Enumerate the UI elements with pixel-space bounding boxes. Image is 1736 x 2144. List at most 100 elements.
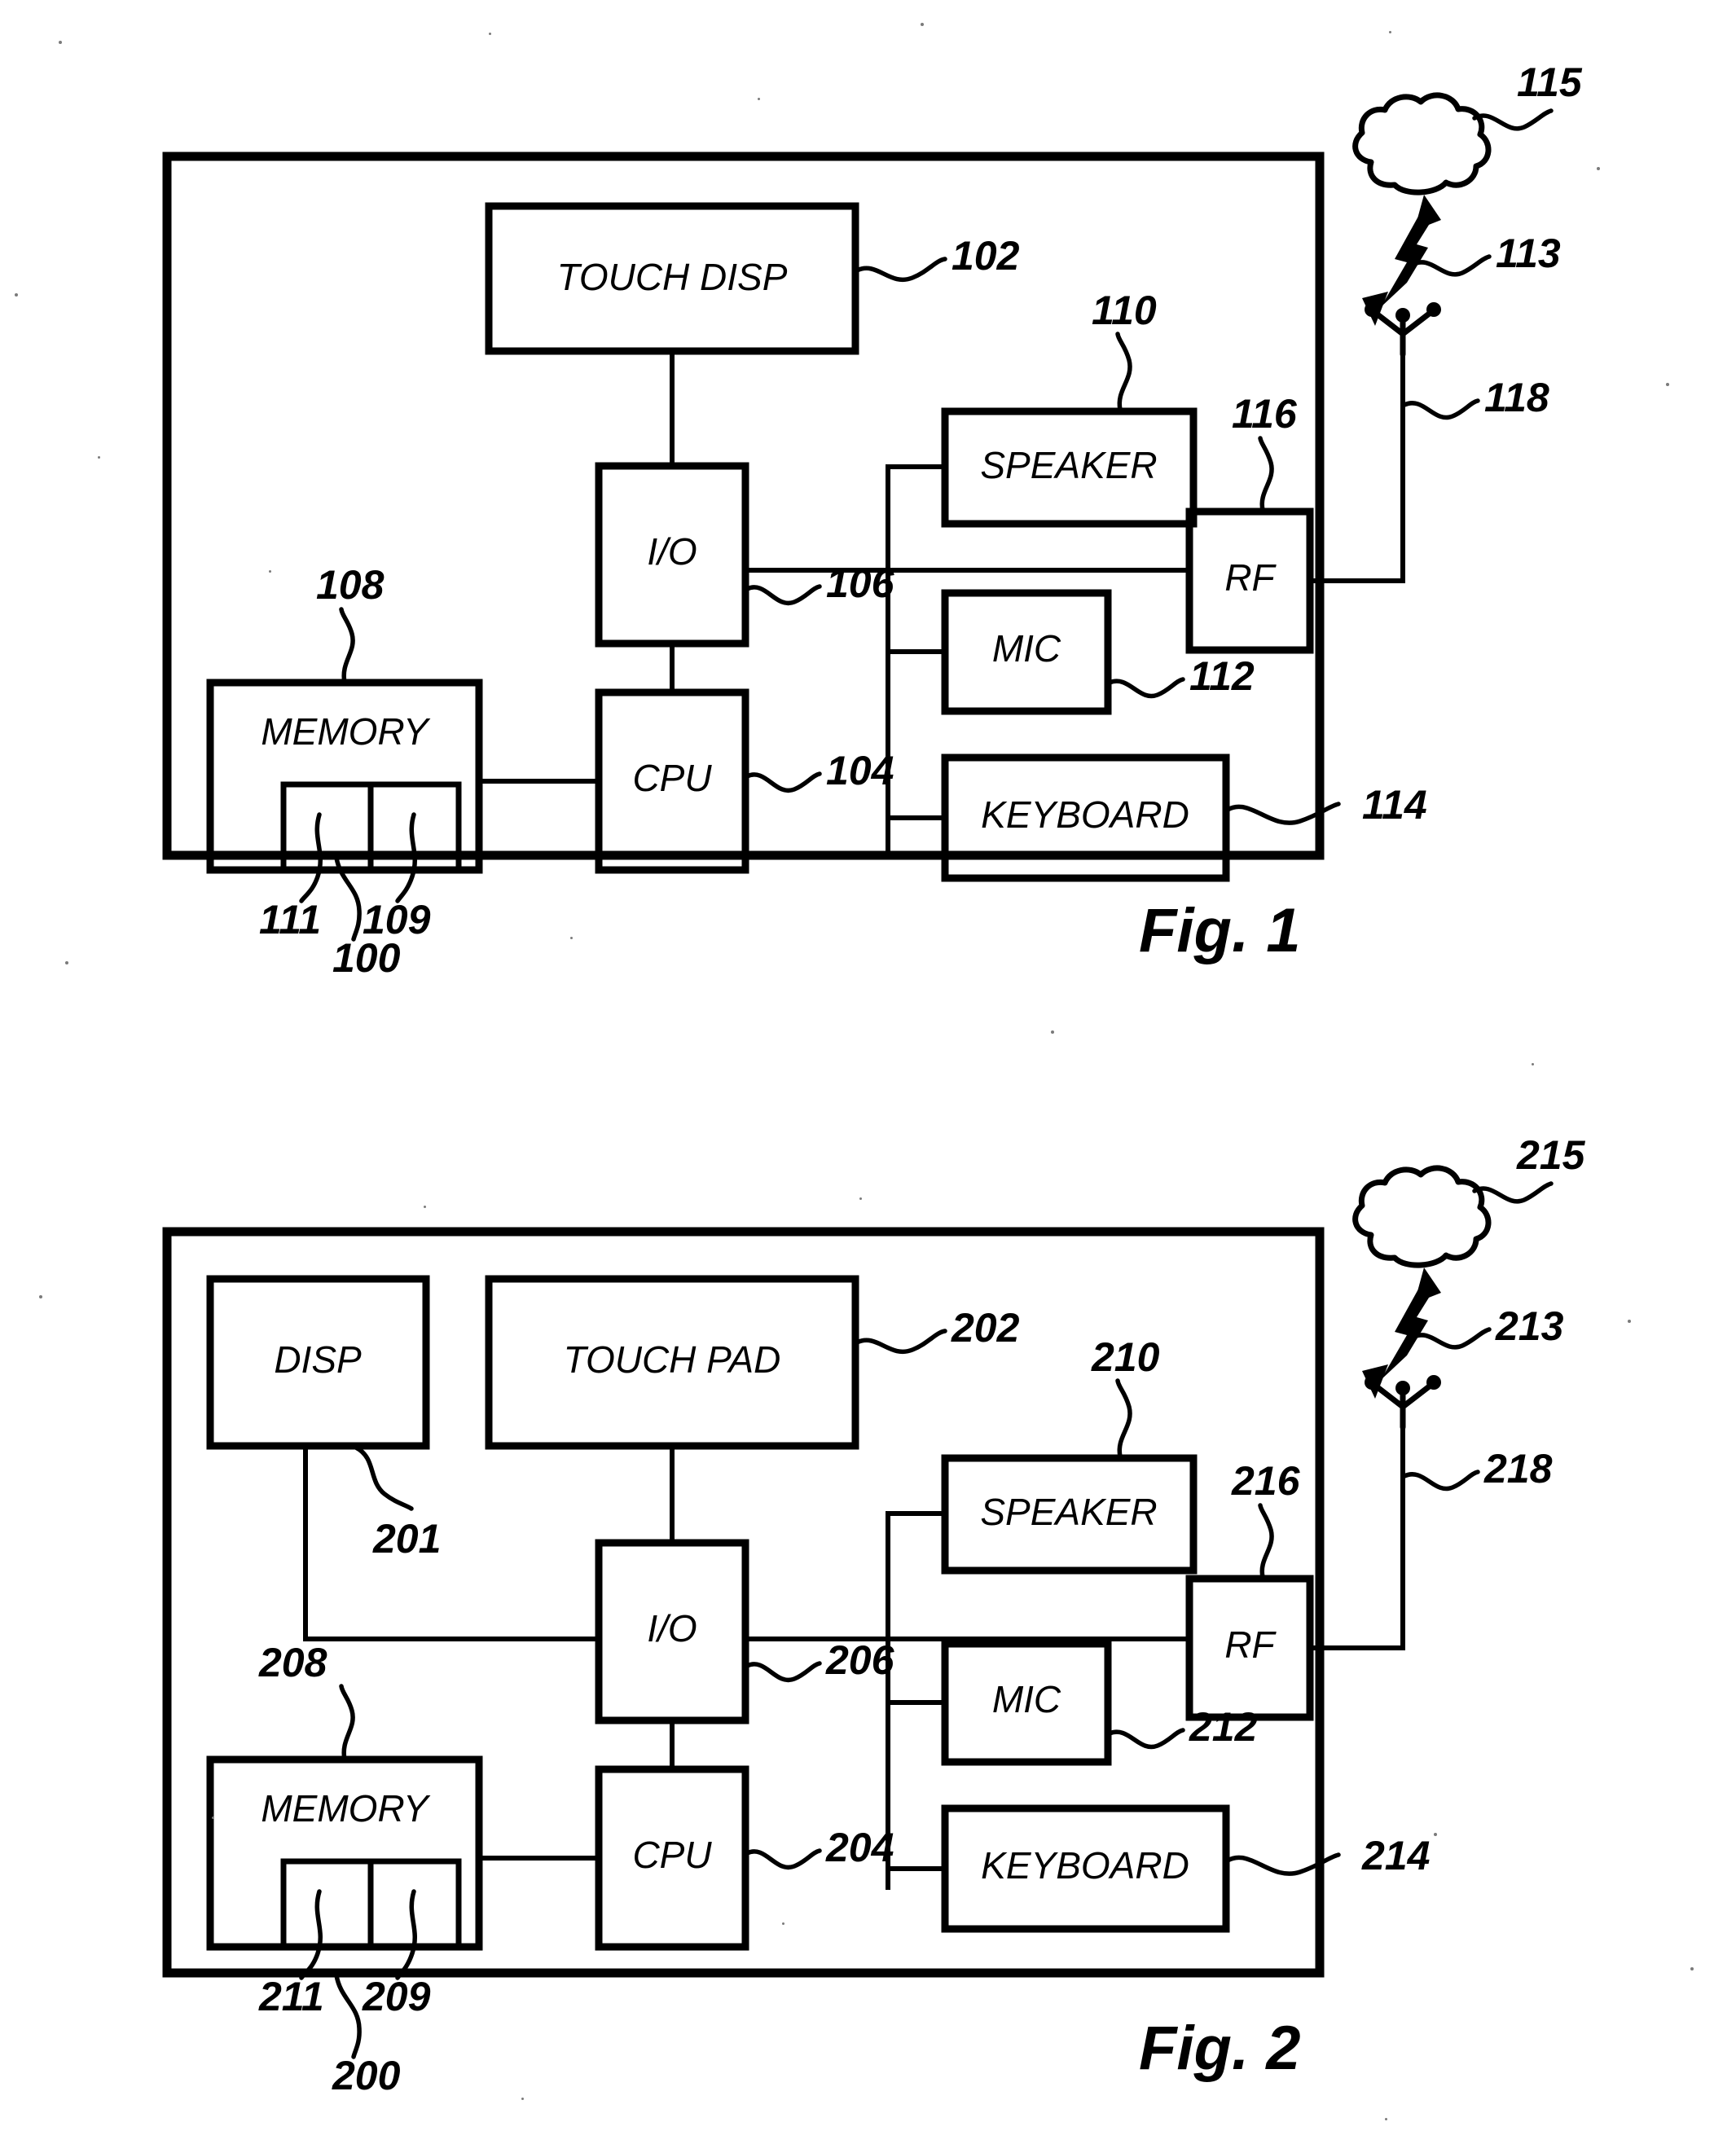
lead-line-113 xyxy=(1410,254,1492,277)
scan-speck xyxy=(15,293,18,297)
block-speaker-label-fig2: SPEAKER xyxy=(980,1491,1157,1533)
lead-line-102 xyxy=(855,257,947,282)
block-touch-disp-label: TOUCH DISP xyxy=(557,256,788,298)
ref-213: 213 xyxy=(1495,1303,1564,1349)
scan-speck xyxy=(1389,31,1391,33)
figures-canvas: TOUCH DISP 102 I/O 106 CPU 104 MEMORY 10… xyxy=(162,59,1586,2098)
scan-speck xyxy=(1532,1063,1534,1065)
scan-speck xyxy=(1385,2118,1387,2120)
figure-2-title: Fig. 2 xyxy=(1139,2014,1300,2083)
scan-speck xyxy=(1690,1967,1694,1970)
scan-speck xyxy=(782,1922,784,1925)
ref-208: 208 xyxy=(258,1640,327,1685)
lead-line-201 xyxy=(354,1445,414,1511)
scan-speck xyxy=(1628,1320,1631,1323)
block-io-label: I/O xyxy=(647,530,697,573)
block-cpu-label: CPU xyxy=(632,757,712,799)
ref-200: 200 xyxy=(332,2053,401,2098)
network-cloud-icon-fig1 xyxy=(1352,92,1492,196)
figure-2: DISP 201 TOUCH PAD 202 I/O 206 CPU 204 M… xyxy=(162,1132,1586,2098)
scan-speck xyxy=(859,1197,862,1200)
block-keyboard-label: KEYBOARD xyxy=(981,793,1189,836)
ref-104: 104 xyxy=(826,748,894,793)
ref-110: 110 xyxy=(1092,288,1157,333)
scan-speck xyxy=(758,98,760,100)
lead-line-112 xyxy=(1107,677,1185,699)
ref-112: 112 xyxy=(1189,653,1255,699)
lead-line-104 xyxy=(745,771,822,793)
lead-line-206 xyxy=(745,1661,822,1683)
lead-line-216 xyxy=(1258,1503,1274,1579)
ref-118: 118 xyxy=(1484,375,1549,420)
lead-line-110 xyxy=(1115,332,1132,412)
lead-line-200 xyxy=(334,1973,362,2059)
block-rf-label: RF xyxy=(1224,556,1277,599)
ref-201: 201 xyxy=(372,1516,441,1562)
ref-116: 116 xyxy=(1232,391,1298,437)
ref-114: 114 xyxy=(1362,782,1427,828)
block-keyboard-label-fig2: KEYBOARD xyxy=(981,1844,1189,1887)
ref-214: 214 xyxy=(1361,1833,1430,1878)
lead-line-204 xyxy=(745,1848,822,1870)
ref-102: 102 xyxy=(952,233,1020,279)
lead-line-209 xyxy=(395,1889,417,1980)
ref-100: 100 xyxy=(332,935,401,981)
lead-line-108 xyxy=(339,607,355,685)
scan-speck xyxy=(1666,383,1669,386)
scan-speck xyxy=(1051,1030,1054,1034)
block-memory-label-fig2: MEMORY xyxy=(261,1787,431,1830)
lead-line-106 xyxy=(745,584,822,606)
block-mic-label-fig2: MIC xyxy=(992,1678,1061,1720)
ref-202: 202 xyxy=(951,1305,1020,1351)
lead-line-118 xyxy=(1402,398,1480,420)
scan-speck xyxy=(212,1817,214,1819)
lead-line-218 xyxy=(1402,1470,1480,1492)
ref-115: 115 xyxy=(1517,59,1583,105)
scan-speck xyxy=(65,961,68,964)
ref-106: 106 xyxy=(826,560,895,606)
figure-1: TOUCH DISP 102 I/O 106 CPU 104 MEMORY 10… xyxy=(162,59,1583,981)
network-cloud-icon-fig2 xyxy=(1352,1165,1492,1268)
ref-204: 204 xyxy=(825,1825,894,1870)
block-speaker-label: SPEAKER xyxy=(980,444,1157,486)
block-cpu-label-fig2: CPU xyxy=(632,1834,712,1876)
ref-215: 215 xyxy=(1516,1132,1586,1178)
ref-206: 206 xyxy=(825,1637,895,1683)
ref-209: 209 xyxy=(362,1974,431,2019)
lead-line-116 xyxy=(1258,436,1274,512)
ref-211: 211 xyxy=(258,1974,324,2019)
block-touch-pad-label: TOUCH PAD xyxy=(564,1338,781,1381)
lead-line-115 xyxy=(1472,108,1554,131)
block-disp-label: DISP xyxy=(274,1338,362,1381)
lead-line-202 xyxy=(855,1329,947,1354)
block-rf-label-fig2: RF xyxy=(1224,1623,1277,1666)
lead-line-210 xyxy=(1115,1378,1132,1459)
lead-line-215 xyxy=(1472,1181,1554,1204)
lead-line-211 xyxy=(299,1889,323,1980)
ref-111: 111 xyxy=(259,897,321,942)
scan-speck xyxy=(921,23,924,26)
block-io-label-fig2: I/O xyxy=(647,1607,697,1650)
wire-disp-io xyxy=(303,1443,601,1641)
ref-212: 212 xyxy=(1189,1704,1258,1750)
lead-line-208 xyxy=(339,1684,355,1762)
scan-speck xyxy=(489,33,491,35)
lead-line-213 xyxy=(1410,1327,1492,1350)
scan-speck xyxy=(1434,1833,1437,1836)
ref-210: 210 xyxy=(1091,1334,1160,1380)
scan-speck xyxy=(269,570,271,573)
ref-108: 108 xyxy=(316,562,385,608)
scan-speck xyxy=(39,1295,42,1298)
scan-speck xyxy=(570,937,573,939)
ref-216: 216 xyxy=(1231,1458,1301,1504)
scan-speck xyxy=(59,41,62,44)
block-memory-label: MEMORY xyxy=(261,710,431,753)
scan-speck xyxy=(1597,167,1600,170)
ref-218: 218 xyxy=(1483,1446,1553,1492)
scan-speck xyxy=(424,1206,426,1208)
block-mic-label: MIC xyxy=(992,627,1061,670)
patent-drawing-sheet: TOUCH DISP 102 I/O 106 CPU 104 MEMORY 10… xyxy=(0,0,1736,2144)
scan-speck xyxy=(98,456,100,459)
scan-speck xyxy=(521,2098,524,2100)
lead-line-212 xyxy=(1107,1728,1185,1750)
